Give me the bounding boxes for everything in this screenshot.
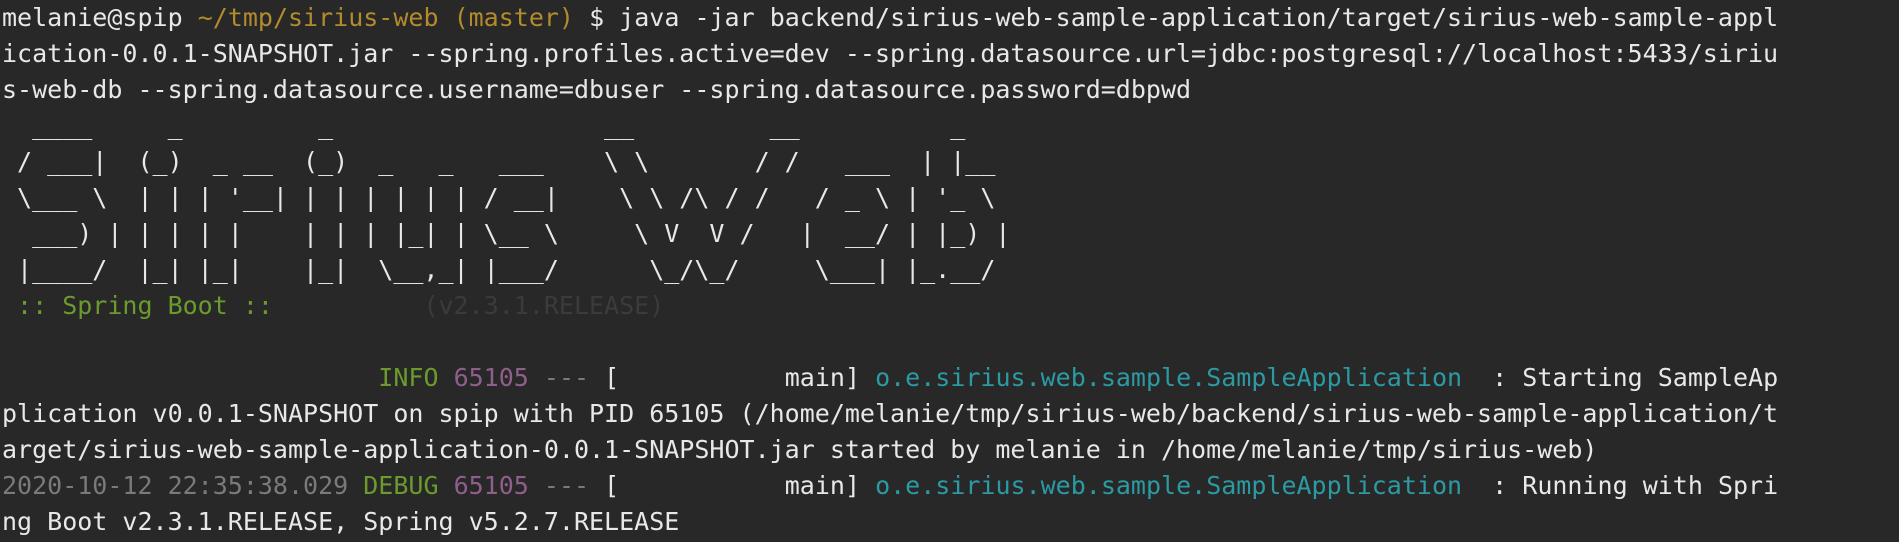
prompt-git-branch: (master) <box>453 3 574 32</box>
spring-boot-version: (v2.3.1.RELEASE) <box>423 291 665 320</box>
banner-line: ___) | | | | | | | | |_| | \__ \ \ V V /… <box>2 219 1011 248</box>
terminal-window[interactable]: melanie@spip ~/tmp/sirius-web (master) $… <box>0 0 1899 540</box>
log-continuation: plication v0.0.1-SNAPSHOT on spip with P… <box>2 399 1779 428</box>
log-level: DEBUG <box>363 471 439 500</box>
command-line-2: ication-0.0.1-SNAPSHOT.jar --spring.prof… <box>2 39 1779 68</box>
log-continuation: ng Boot v2.3.1.RELEASE, Spring v5.2.7.RE… <box>2 507 680 536</box>
log-separator: --- <box>543 471 590 500</box>
log-message: : Running with Spri <box>1477 471 1779 500</box>
command-line-3: s-web-db --spring.datasource.username=db… <box>2 75 1192 104</box>
log-logger: o.e.sirius.web.sample.SampleApplication <box>875 363 1463 392</box>
prompt-path: ~/tmp/sirius-web <box>197 3 439 32</box>
prompt-user-host: melanie@spip <box>2 3 183 32</box>
log-timestamp: 2020-10-12 22:35:38.029 <box>2 471 349 500</box>
banner-line: \___ \ | | | '__| | | | | | | / __| \ \ … <box>2 183 996 212</box>
log-continuation: arget/sirius-web-sample-application-0.0.… <box>2 435 1598 464</box>
log-line-debug: 2020-10-12 22:35:38.029 DEBUG 65105 --- … <box>2 468 1899 504</box>
spring-boot-line: :: Spring Boot :: (v2.3.1.RELEASE) <box>2 288 1899 324</box>
banner-line: / ___| (_) _ __ (_) _ _ ___ \ \ / / ___ … <box>2 147 996 176</box>
log-thread: [ main] <box>604 471 860 500</box>
spring-boot-label: :: Spring Boot :: <box>2 291 273 320</box>
prompt-symbol: $ <box>589 3 605 32</box>
log-logger: o.e.sirius.web.sample.SampleApplication <box>875 471 1463 500</box>
log-pid: 65105 <box>453 471 529 500</box>
log-message: : Starting SampleAp <box>1477 363 1779 392</box>
banner-line: |____/ |_| |_| |_| \__,_| |___/ \_/\_/ \… <box>2 255 996 284</box>
log-level: INFO <box>378 363 439 392</box>
log-thread: [ main] <box>604 363 860 392</box>
log-separator: --- <box>543 363 590 392</box>
command-line-1: melanie@spip ~/tmp/sirius-web (master) $… <box>2 0 1899 36</box>
log-line-info: INFO 65105 --- [ main] o.e.sirius.web.sa… <box>2 360 1899 396</box>
log-pid: 65105 <box>453 363 529 392</box>
banner-line: ____ _ _ __ __ _ <box>2 111 966 140</box>
command-text: java -jar backend/sirius-web-sample-appl… <box>619 3 1779 32</box>
ascii-banner: ____ _ _ __ __ _ / ___| (_) _ __ (_) _ _… <box>2 108 1899 288</box>
